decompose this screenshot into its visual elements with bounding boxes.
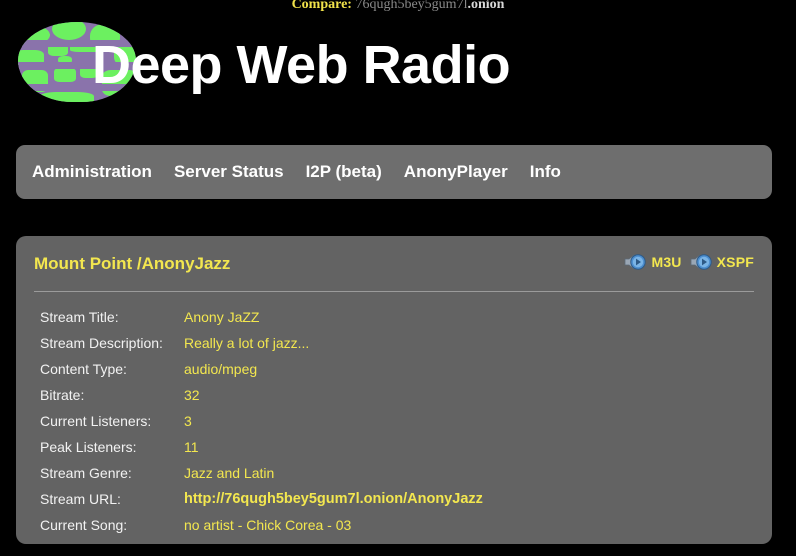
stat-value: 32 — [184, 382, 752, 408]
table-row: Bitrate: 32 — [40, 382, 752, 408]
stat-value: no artist - Chick Corea - 03 — [184, 512, 752, 538]
nav-item-anonyplayer[interactable]: AnonyPlayer — [404, 162, 508, 182]
panel-divider — [34, 291, 754, 292]
table-row: Stream URL: http://76qugh5bey5gum7l.onio… — [40, 486, 752, 512]
stat-label: Stream Title: — [40, 304, 184, 330]
stream-url-value[interactable]: http://76qugh5bey5gum7l.onion/AnonyJazz — [184, 486, 752, 512]
stat-value: Jazz and Latin — [184, 460, 752, 486]
media-play-icon — [624, 253, 646, 271]
playlist-links: M3U XSPF — [624, 253, 754, 271]
stat-label: Bitrate: — [40, 382, 184, 408]
stat-label: Content Type: — [40, 356, 184, 382]
nav-item-info[interactable]: Info — [530, 162, 561, 182]
mount-point-title: Mount Point /AnonyJazz — [34, 254, 230, 274]
xspf-link[interactable]: XSPF — [690, 253, 754, 271]
stat-label: Stream Genre: — [40, 460, 184, 486]
table-row: Current Song: no artist - Chick Corea - … — [40, 512, 752, 538]
m3u-label: M3U — [651, 254, 681, 270]
table-row: Stream Genre: Jazz and Latin — [40, 460, 752, 486]
nav-list: Administration Server Status I2P (beta) … — [32, 145, 561, 199]
stat-value: Anony JaZZ — [184, 304, 752, 330]
table-row: Stream Title: Anony JaZZ — [40, 304, 752, 330]
stat-value: audio/mpeg — [184, 356, 752, 382]
stat-value: Really a lot of jazz... — [184, 330, 752, 356]
nav-item-i2p-beta[interactable]: I2P (beta) — [306, 162, 382, 182]
site-header: Deep Web Radio — [0, 10, 796, 130]
stat-label: Current Song: — [40, 512, 184, 538]
page-title: Deep Web Radio — [92, 32, 510, 98]
table-row: Content Type: audio/mpeg — [40, 356, 752, 382]
stream-stats-table: Stream Title: Anony JaZZ Stream Descript… — [40, 304, 752, 538]
table-row: Stream Description: Really a lot of jazz… — [40, 330, 752, 356]
stat-label: Stream Description: — [40, 330, 184, 356]
media-play-icon — [690, 253, 712, 271]
table-row: Current Listeners: 3 — [40, 408, 752, 434]
nav-item-server-status[interactable]: Server Status — [174, 162, 284, 182]
main-navigation: Administration Server Status I2P (beta) … — [16, 145, 772, 199]
stat-value: 11 — [184, 434, 752, 460]
nav-item-administration[interactable]: Administration — [32, 162, 152, 182]
mount-point-panel: Mount Point /AnonyJazz M3U — [16, 236, 772, 544]
stat-label: Current Listeners: — [40, 408, 184, 434]
stat-label: Peak Listeners: — [40, 434, 184, 460]
panel-header: Mount Point /AnonyJazz M3U — [16, 236, 772, 292]
stat-value: 3 — [184, 408, 752, 434]
stat-label: Stream URL: — [40, 486, 184, 512]
xspf-label: XSPF — [717, 254, 754, 270]
m3u-link[interactable]: M3U — [624, 253, 681, 271]
table-row: Peak Listeners: 11 — [40, 434, 752, 460]
